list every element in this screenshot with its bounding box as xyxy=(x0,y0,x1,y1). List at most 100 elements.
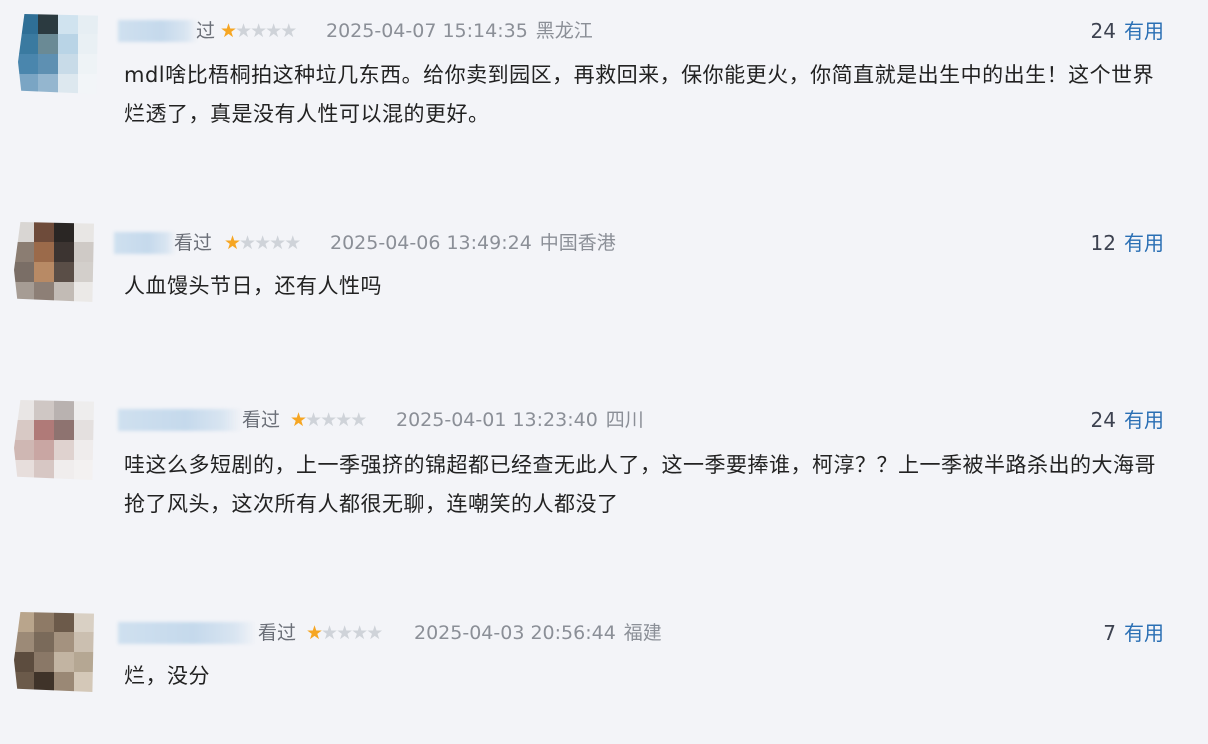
avatar-pixel xyxy=(54,282,74,302)
avatar-pixel xyxy=(34,632,54,652)
star-empty-icon: ★ xyxy=(284,232,301,254)
avatar-pixel xyxy=(14,612,34,632)
useful-button[interactable]: 7 有用 xyxy=(1103,621,1164,645)
avatar-pixel xyxy=(74,400,94,420)
rating-stars: ★★★★★ xyxy=(290,408,367,432)
avatar-pixel xyxy=(54,420,74,440)
star-empty-icon: ★ xyxy=(366,622,383,644)
avatar-pixel xyxy=(34,282,54,302)
star-empty-icon: ★ xyxy=(335,409,352,431)
avatar-pixel xyxy=(58,74,78,94)
username-blurred[interactable] xyxy=(118,622,256,644)
useful-button[interactable]: 24 有用 xyxy=(1091,408,1164,432)
star-filled-icon: ★ xyxy=(224,232,241,254)
avatar-pixel xyxy=(14,440,34,460)
avatar-pixel xyxy=(74,262,94,282)
useful-label: 有用 xyxy=(1124,19,1164,43)
comment-location: 四川 xyxy=(605,409,644,431)
avatar-pixel xyxy=(74,222,94,242)
avatar-pixel xyxy=(14,400,34,420)
useful-label: 有用 xyxy=(1124,621,1164,645)
username-blurred[interactable] xyxy=(118,20,198,42)
avatar-pixel xyxy=(54,262,74,282)
avatar-pixel xyxy=(38,34,58,54)
avatar[interactable] xyxy=(14,612,94,692)
useful-label: 有用 xyxy=(1124,231,1164,255)
avatar[interactable] xyxy=(14,222,94,302)
comment-meta: 2025-04-07 15:14:35 黑龙江 xyxy=(326,19,593,43)
avatar-pixel xyxy=(34,440,54,460)
avatar-pixel xyxy=(54,612,74,632)
comment-location: 黑龙江 xyxy=(535,20,593,42)
star-empty-icon: ★ xyxy=(305,409,322,431)
star-empty-icon: ★ xyxy=(350,409,367,431)
avatar-pixel xyxy=(38,54,58,74)
avatar-pixel xyxy=(74,420,94,440)
comment-text: mdl啥比梧桐拍这种垃几东西。给你卖到园区，再救回来，保你能更火，你简直就是出生… xyxy=(124,63,1155,126)
avatar-pixel xyxy=(54,460,74,480)
avatar-pixel xyxy=(54,222,74,242)
star-filled-icon: ★ xyxy=(306,622,323,644)
username-blurred[interactable] xyxy=(114,232,176,254)
avatar-pixel xyxy=(78,74,98,94)
avatar-pixel xyxy=(74,652,94,672)
username-blurred[interactable] xyxy=(118,409,242,431)
comment-text: 烂，没分 xyxy=(124,664,210,688)
avatar-pixel xyxy=(18,54,38,74)
useful-button[interactable]: 12 有用 xyxy=(1091,231,1164,255)
useful-count: 7 xyxy=(1103,621,1116,645)
avatar-pixel xyxy=(74,440,94,460)
star-empty-icon: ★ xyxy=(351,622,368,644)
comment-date: 2025-04-06 13:49:24 xyxy=(330,232,532,254)
watch-status: 看过 xyxy=(242,409,281,431)
avatar-pixel xyxy=(34,262,54,282)
avatar-pixel xyxy=(18,14,38,34)
avatar-pixel xyxy=(34,420,54,440)
avatar-pixel xyxy=(34,672,54,692)
avatar-pixel xyxy=(74,672,94,692)
useful-label: 有用 xyxy=(1124,408,1164,432)
comment-date: 2025-04-07 15:14:35 xyxy=(326,20,528,42)
star-empty-icon: ★ xyxy=(250,20,267,42)
avatar-pixel xyxy=(74,282,94,302)
avatar-pixel xyxy=(38,74,58,94)
avatar-pixel xyxy=(14,632,34,652)
comment-meta: 2025-04-03 20:56:44 福建 xyxy=(414,621,662,645)
watch-status: 看过 xyxy=(174,232,213,254)
avatar-pixel xyxy=(14,282,34,302)
avatar-pixel xyxy=(38,14,58,34)
avatar-pixel xyxy=(58,14,78,34)
avatar[interactable] xyxy=(14,400,94,480)
avatar-pixel xyxy=(14,652,34,672)
star-empty-icon: ★ xyxy=(254,232,271,254)
avatar[interactable] xyxy=(18,14,98,94)
useful-count: 12 xyxy=(1090,231,1116,255)
avatar-pixel xyxy=(14,242,34,262)
avatar-pixel xyxy=(34,460,54,480)
watch-status: 过 xyxy=(196,20,216,42)
avatar-pixel xyxy=(14,222,34,242)
comment-text: 哇这么多短剧的，上一季强挤的锦超都已经查无此人了，这一季要捧谁，柯淳？？上一季被… xyxy=(124,453,1156,516)
avatar-pixel xyxy=(74,632,94,652)
avatar-pixel xyxy=(78,14,98,34)
comment-text: 人血馒头节日，还有人性吗 xyxy=(124,274,382,298)
avatar-pixel xyxy=(34,400,54,420)
rating-stars: ★★★★★ xyxy=(306,621,383,645)
rating-stars: ★★★★★ xyxy=(224,231,301,255)
useful-button[interactable]: 24 有用 xyxy=(1091,19,1164,43)
watch-status: 看过 xyxy=(258,622,297,644)
avatar-pixel xyxy=(54,440,74,460)
comment-location: 福建 xyxy=(623,622,662,644)
star-empty-icon: ★ xyxy=(239,232,256,254)
avatar-pixel xyxy=(54,632,74,652)
avatar-pixel xyxy=(14,262,34,282)
useful-count: 24 xyxy=(1090,19,1116,43)
avatar-pixel xyxy=(54,672,74,692)
avatar-pixel xyxy=(34,652,54,672)
comment-meta: 2025-04-01 13:23:40 四川 xyxy=(396,408,644,432)
comment-meta: 2025-04-06 13:49:24 中国香港 xyxy=(330,231,616,255)
star-filled-icon: ★ xyxy=(290,409,307,431)
star-empty-icon: ★ xyxy=(280,20,297,42)
avatar-pixel xyxy=(14,460,34,480)
avatar-pixel xyxy=(34,612,54,632)
